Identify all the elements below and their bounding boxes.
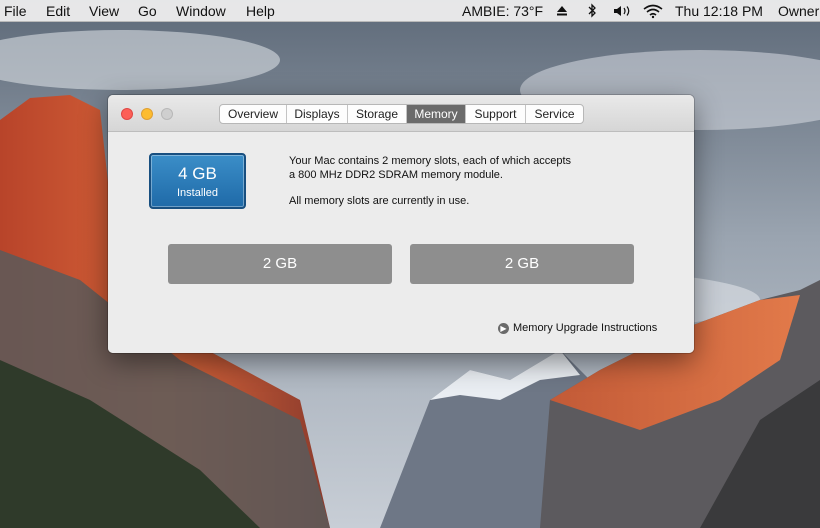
ambie-weather-status[interactable]: AMBIE: 73°F: [462, 3, 543, 19]
volume-icon[interactable]: [612, 3, 634, 19]
memory-upgrade-label: Memory Upgrade Instructions: [513, 322, 658, 334]
memory-upgrade-link[interactable]: ▶ Memory Upgrade Instructions: [498, 321, 657, 335]
close-button[interactable]: [121, 108, 133, 120]
bluetooth-icon[interactable]: [586, 3, 598, 19]
menu-edit[interactable]: Edit: [46, 3, 70, 19]
title-bar[interactable]: Overview Displays Storage Memory Support…: [108, 95, 694, 132]
wifi-icon[interactable]: [642, 3, 664, 19]
arrow-right-circle-icon: ▶: [498, 322, 509, 334]
tab-storage[interactable]: Storage: [348, 105, 407, 123]
tab-service[interactable]: Service: [526, 105, 583, 123]
tab-bar: Overview Displays Storage Memory Support…: [219, 104, 584, 124]
about-this-mac-window: Overview Displays Storage Memory Support…: [108, 95, 694, 353]
menu-go[interactable]: Go: [138, 3, 157, 19]
tab-support[interactable]: Support: [466, 105, 526, 123]
memory-slot-2: 2 GB: [410, 244, 634, 284]
eject-icon[interactable]: [555, 3, 569, 19]
tab-displays[interactable]: Displays: [287, 105, 348, 123]
installed-memory-size: 4 GB: [178, 164, 217, 183]
tab-overview[interactable]: Overview: [220, 105, 287, 123]
memory-description-line-1: Your Mac contains 2 memory slots, each o…: [289, 155, 572, 167]
menu-bar: File Edit View Go Window Help AMBIE: 73°…: [0, 0, 820, 22]
menu-file[interactable]: File: [4, 3, 27, 19]
installed-memory-label: Installed: [177, 187, 218, 199]
memory-panel: 4 GB Installed Your Mac contains 2 memor…: [108, 132, 694, 353]
menu-window[interactable]: Window: [176, 3, 226, 19]
memory-slot-1: 2 GB: [168, 244, 392, 284]
minimize-button[interactable]: [141, 108, 153, 120]
tab-memory[interactable]: Memory: [407, 105, 466, 123]
memory-description-line-2: a 800 MHz DDR2 SDRAM memory module.: [289, 169, 503, 181]
menu-view[interactable]: View: [89, 3, 119, 19]
zoom-button: [161, 108, 173, 120]
installed-memory-badge: 4 GB Installed: [149, 153, 246, 209]
menubar-user[interactable]: Owner: [778, 3, 819, 19]
menu-help[interactable]: Help: [246, 3, 275, 19]
menubar-clock[interactable]: Thu 12:18 PM: [675, 3, 763, 19]
memory-slots-status: All memory slots are currently in use.: [289, 195, 470, 207]
